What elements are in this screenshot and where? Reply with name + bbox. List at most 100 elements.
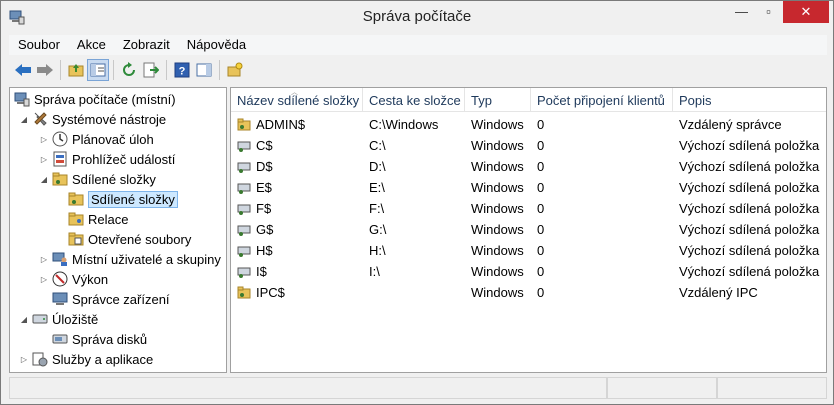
status-bar — [9, 377, 827, 399]
table-row[interactable]: D$ D:\ Windows 0 Výchozí sdílená položka — [231, 156, 826, 177]
new-share-icon — [227, 62, 243, 77]
tree-item-event-viewer[interactable]: ▷ Prohlížeč událostí — [38, 149, 175, 169]
column-header-client-connections[interactable]: Počet připojení klientů — [531, 88, 673, 112]
menu-zobrazit[interactable]: Zobrazit — [114, 35, 178, 55]
disk-management-icon — [52, 334, 68, 344]
table-cell-desc: Výchozí sdílená položka — [673, 264, 826, 279]
collapse-arrow-icon[interactable]: ◢ — [38, 175, 50, 184]
cell-text: Windows — [471, 201, 524, 216]
table-cell-path: I:\ — [363, 264, 465, 279]
toolbar: ? — [9, 57, 827, 83]
table-cell-type: Windows — [465, 117, 531, 132]
tree-item-disk-management[interactable]: Správa disků — [50, 329, 147, 349]
column-header-description[interactable]: Popis — [673, 88, 826, 112]
performance-icon — [52, 271, 68, 287]
help-button[interactable]: ? — [171, 59, 193, 81]
expand-arrow-icon[interactable]: ▷ — [38, 255, 50, 264]
tree-item-open-files[interactable]: Otevřené soubory — [66, 229, 191, 249]
cell-text: Windows — [471, 243, 524, 258]
status-cell-3 — [717, 377, 827, 399]
expand-arrow-icon[interactable]: ▷ — [18, 355, 30, 364]
cell-text: 0 — [537, 201, 545, 216]
table-cell-path: E:\ — [363, 180, 465, 195]
cell-text: H$ — [256, 243, 273, 258]
tree-item-storage[interactable]: ◢ Úložiště — [18, 309, 98, 329]
table-cell-name: D$ — [231, 159, 363, 174]
table-row[interactable]: ADMIN$ C:\Windows Windows 0 Vzdálený správce — [231, 114, 826, 135]
table-row[interactable]: H$ H:\ Windows 0 Výchozí sdílená položka — [231, 240, 826, 261]
tree-item-local-users[interactable]: ▷ Místní uživatelé a skupiny — [38, 249, 221, 269]
tree-item-shared-folders[interactable]: ◢ Sdílené složky — [38, 169, 156, 189]
new-share-button[interactable] — [224, 59, 246, 81]
collapse-arrow-icon[interactable]: ◢ — [18, 115, 30, 124]
table-cell-clients: 0 — [531, 180, 673, 195]
export-list-button[interactable] — [140, 59, 162, 81]
table-cell-type: Windows — [465, 264, 531, 279]
table-cell-name: H$ — [231, 243, 363, 258]
back-button[interactable] — [12, 59, 34, 81]
table-cell-path: C:\Windows — [363, 117, 465, 132]
cell-text: Windows — [471, 285, 524, 300]
table-cell-path: C:\ — [363, 138, 465, 153]
table-cell-clients: 0 — [531, 159, 673, 174]
menu-akce[interactable]: Akce — [68, 35, 114, 55]
table-row[interactable]: IPC$ Windows 0 Vzdálený IPC — [231, 282, 826, 303]
share-drive-icon — [237, 204, 251, 215]
tree-item-system-tools[interactable]: ◢ Systémové nástroje — [18, 109, 166, 129]
menu-soubor[interactable]: Soubor — [9, 35, 68, 55]
table-row[interactable]: F$ F:\ Windows 0 Výchozí sdílená položka — [231, 198, 826, 219]
tree-item-services-apps[interactable]: ▷ Služby a aplikace — [18, 349, 153, 369]
tree-item-performance[interactable]: ▷ Výkon — [38, 269, 108, 289]
show-hide-tree-button[interactable] — [87, 59, 109, 81]
cell-text: 0 — [537, 180, 545, 195]
title-bar[interactable]: Správa počítače — ▫ ✕ — [1, 1, 833, 34]
cell-text: G:\ — [369, 222, 387, 237]
cell-text: Windows — [471, 138, 524, 153]
tree-item-shares[interactable]: Sdílené složky — [66, 189, 178, 209]
column-header-type[interactable]: Typ — [465, 88, 531, 112]
cell-text: C$ — [256, 138, 273, 153]
column-header-share-name[interactable]: ︿ Název sdílené složky — [231, 88, 363, 112]
table-row[interactable]: I$ I:\ Windows 0 Výchozí sdílená položka — [231, 261, 826, 282]
close-button[interactable]: ✕ — [783, 1, 829, 23]
table-cell-desc: Výchozí sdílená položka — [673, 243, 826, 258]
device-manager-icon — [52, 292, 68, 305]
table-cell-desc: Vzdálený správce — [673, 117, 826, 132]
tree-item-device-manager[interactable]: Správce zařízení — [50, 289, 170, 309]
up-folder-button[interactable] — [65, 59, 87, 81]
tree-item-sessions[interactable]: Relace — [66, 209, 128, 229]
table-cell-path: H:\ — [363, 243, 465, 258]
cell-text: IPC$ — [256, 285, 285, 300]
maximize-button[interactable]: ▫ — [755, 1, 782, 23]
table-row[interactable]: E$ E:\ Windows 0 Výchozí sdílená položka — [231, 177, 826, 198]
table-cell-type: Windows — [465, 180, 531, 195]
minimize-button[interactable]: — — [728, 1, 755, 23]
collapse-arrow-icon[interactable]: ◢ — [18, 315, 30, 324]
table-row[interactable]: C$ C:\ Windows 0 Výchozí sdílená položka — [231, 135, 826, 156]
window-title: Správa počítače — [362, 8, 472, 25]
action-pane-button[interactable] — [193, 59, 215, 81]
cell-text: Windows — [471, 180, 524, 195]
expand-arrow-icon[interactable]: ▷ — [38, 275, 50, 284]
cell-text: E$ — [256, 180, 272, 195]
forward-button[interactable] — [34, 59, 56, 81]
status-cell-main — [9, 377, 607, 399]
tree-item-label: Výkon — [72, 271, 109, 287]
shares-list: ︿ Název sdílené složky Cesta ke složce T… — [230, 87, 827, 373]
cell-text: Vzdálený správce — [679, 117, 782, 132]
cell-text: H:\ — [369, 243, 386, 258]
expand-arrow-icon[interactable]: ▷ — [38, 155, 50, 164]
table-row[interactable]: G$ G:\ Windows 0 Výchozí sdílená položka — [231, 219, 826, 240]
column-header-folder-path[interactable]: Cesta ke složce — [363, 88, 465, 112]
up-folder-icon — [68, 64, 84, 77]
cell-text: 0 — [537, 222, 545, 237]
refresh-button[interactable] — [118, 59, 140, 81]
cell-text: Windows — [471, 159, 524, 174]
table-cell-clients: 0 — [531, 138, 673, 153]
tree-item-task-scheduler[interactable]: ▷ Plánovač úloh — [38, 129, 154, 149]
tree-item-computer-management[interactable]: Správa počítače (místní) — [12, 89, 176, 109]
tree-item-label: Relace — [88, 211, 129, 227]
expand-arrow-icon[interactable]: ▷ — [38, 135, 50, 144]
menu-napoveda[interactable]: Nápověda — [178, 35, 254, 55]
table-cell-name: G$ — [231, 222, 363, 237]
